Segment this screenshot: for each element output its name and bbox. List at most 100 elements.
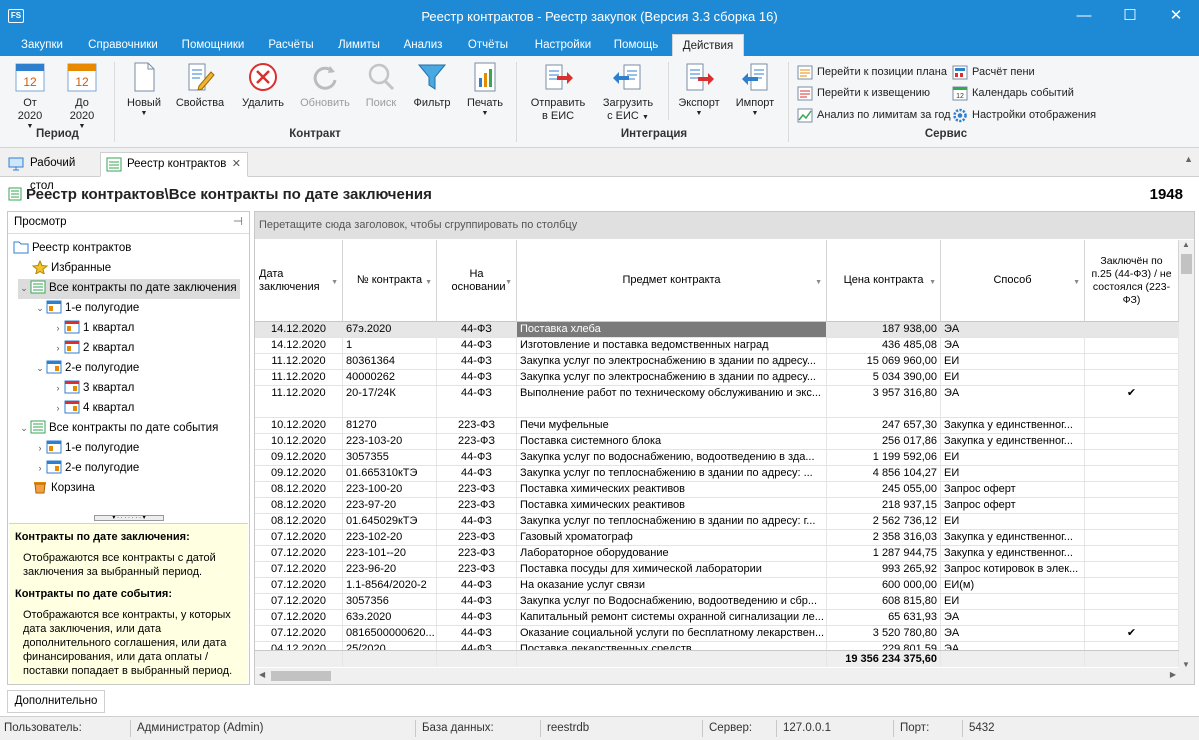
cell-subject[interactable]: Закупка услуг по электроснабжению в здан… bbox=[517, 354, 827, 369]
scroll-right-icon[interactable]: ▶ bbox=[1170, 670, 1176, 679]
splitter-grip[interactable]: ▾ · · · · · · · ▾ bbox=[94, 515, 164, 521]
cell-price[interactable]: 65 631,93 bbox=[827, 610, 941, 625]
cell-method[interactable]: ЕИ bbox=[941, 514, 1085, 529]
print-button[interactable]: Печать ▼ bbox=[462, 60, 508, 118]
menu-reports[interactable]: Отчёты bbox=[456, 34, 520, 56]
cell-subject[interactable]: Закупка услуг по электроснабжению в здан… bbox=[517, 370, 827, 385]
cell-p25-flag[interactable] bbox=[1085, 370, 1179, 385]
cell-p25-flag[interactable] bbox=[1085, 530, 1179, 545]
cell-date[interactable]: 08.12.2020 bbox=[255, 514, 343, 529]
tree-node-q3[interactable]: › 3 квартал bbox=[52, 379, 134, 399]
cell-number[interactable]: 1.1-8564/2020-2 bbox=[343, 578, 437, 593]
menu-settings[interactable]: Настройки bbox=[524, 34, 602, 56]
col-header-p25[interactable]: Заключён по п.25 (44-ФЗ) / не состоялся … bbox=[1085, 240, 1179, 322]
cell-price[interactable]: 4 856 104,27 bbox=[827, 466, 941, 481]
cell-basis[interactable]: 44-ФЗ bbox=[437, 594, 517, 609]
chevron-right-icon[interactable]: › bbox=[34, 459, 46, 477]
cell-p25-flag[interactable] bbox=[1085, 450, 1179, 465]
tree-node-favorites[interactable]: Избранные bbox=[31, 259, 111, 279]
cell-basis[interactable]: 223-ФЗ bbox=[437, 530, 517, 545]
chevron-right-icon[interactable]: › bbox=[52, 319, 64, 337]
limits-analysis-button[interactable]: Анализ по лимитам за год bbox=[797, 107, 951, 125]
cell-subject[interactable]: Оказание социальной услуги по бесплатном… bbox=[517, 626, 827, 641]
cell-price[interactable]: 256 017,86 bbox=[827, 434, 941, 449]
cell-subject[interactable]: Газовый хроматограф bbox=[517, 530, 827, 545]
cell-p25-flag[interactable] bbox=[1085, 610, 1179, 625]
cell-price[interactable]: 993 265,92 bbox=[827, 562, 941, 577]
menu-limits[interactable]: Лимиты bbox=[328, 34, 390, 56]
cell-number[interactable]: 3057356 bbox=[343, 594, 437, 609]
menu-assistants[interactable]: Помощники bbox=[172, 34, 254, 56]
cell-subject[interactable]: Поставка системного блока bbox=[517, 434, 827, 449]
filter-button[interactable]: Фильтр bbox=[410, 60, 454, 110]
menu-references[interactable]: Справочники bbox=[78, 34, 168, 56]
cell-number[interactable]: 81270 bbox=[343, 418, 437, 433]
properties-button[interactable]: Свойства bbox=[173, 60, 227, 110]
table-row[interactable]: 08.12.2020 01.645029кТЭ 44-ФЗ Закупка услуг… bbox=[255, 514, 1179, 530]
cell-method[interactable]: ЕИ bbox=[941, 370, 1085, 385]
cell-price[interactable]: 1 287 944,75 bbox=[827, 546, 941, 561]
cell-number[interactable]: 223-101--20 bbox=[343, 546, 437, 561]
cell-number[interactable]: 67э.2020 bbox=[343, 322, 437, 337]
cell-price[interactable]: 245 055,00 bbox=[827, 482, 941, 497]
cell-price[interactable]: 1 199 592,06 bbox=[827, 450, 941, 465]
minimize-icon[interactable]: — bbox=[1061, 0, 1107, 34]
cell-method[interactable]: ЕИ bbox=[941, 466, 1085, 481]
cell-basis[interactable]: 223-ФЗ bbox=[437, 498, 517, 513]
cell-date[interactable]: 08.12.2020 bbox=[255, 498, 343, 513]
cell-p25-flag[interactable] bbox=[1085, 354, 1179, 369]
menu-actions[interactable]: Действия bbox=[672, 34, 744, 57]
cell-number[interactable]: 223-96-20 bbox=[343, 562, 437, 577]
goto-notice-button[interactable]: Перейти к извещению bbox=[797, 85, 930, 103]
cell-subject[interactable]: Поставка хлеба bbox=[517, 322, 827, 337]
chevron-right-icon[interactable]: › bbox=[52, 339, 64, 357]
cell-subject[interactable]: Лабораторное оборудование bbox=[517, 546, 827, 561]
menu-analysis[interactable]: Анализ bbox=[394, 34, 452, 56]
cell-basis[interactable]: 44-ФЗ bbox=[437, 370, 517, 385]
cell-date[interactable]: 07.12.2020 bbox=[255, 594, 343, 609]
cell-basis[interactable]: 223-ФЗ bbox=[437, 434, 517, 449]
table-row[interactable]: 08.12.2020 223-97-20 223-ФЗ Поставка химиче… bbox=[255, 498, 1179, 514]
group-by-area[interactable]: Перетащите сюда заголовок, чтобы сгруппи… bbox=[255, 212, 1194, 239]
cell-basis[interactable]: 44-ФЗ bbox=[437, 514, 517, 529]
cell-p25-flag[interactable]: ✔ bbox=[1085, 386, 1179, 417]
cell-price[interactable]: 15 069 960,00 bbox=[827, 354, 941, 369]
pin-icon[interactable]: ⊣ bbox=[233, 212, 243, 233]
chevron-down-icon[interactable]: ⌄ bbox=[18, 419, 30, 437]
cell-date[interactable]: 10.12.2020 bbox=[255, 418, 343, 433]
cell-date[interactable]: 07.12.2020 bbox=[255, 610, 343, 625]
cell-basis[interactable]: 223-ФЗ bbox=[437, 546, 517, 561]
penalty-calc-button[interactable]: Расчёт пени bbox=[952, 64, 1035, 82]
chevron-right-icon[interactable]: › bbox=[52, 379, 64, 397]
tree-node-half2[interactable]: ⌄ 2-е полугодие bbox=[34, 359, 139, 379]
cell-basis[interactable]: 44-ФЗ bbox=[437, 338, 517, 353]
cell-number[interactable]: 223-100-20 bbox=[343, 482, 437, 497]
load-from-eis-button[interactable]: Загрузить с ЕИС ▼ bbox=[596, 60, 660, 123]
cell-p25-flag[interactable] bbox=[1085, 466, 1179, 481]
tree-node-event-half2[interactable]: › 2-е полугодие bbox=[34, 459, 139, 479]
cell-price[interactable]: 436 485,08 bbox=[827, 338, 941, 353]
tree-node-by-conclusion-date[interactable]: ⌄ Все контракты по дате заключения bbox=[18, 279, 240, 299]
menu-calculations[interactable]: Расчёты bbox=[258, 34, 324, 56]
cell-method[interactable]: Запрос оферт bbox=[941, 498, 1085, 513]
cell-subject[interactable]: Выполнение работ по техническому обслужи… bbox=[517, 386, 827, 417]
tab-desktop[interactable]: Рабочий стол bbox=[4, 152, 100, 192]
scroll-thumb[interactable] bbox=[1181, 254, 1192, 274]
cell-price[interactable]: 3 957 316,80 bbox=[827, 386, 941, 417]
cell-basis[interactable]: 44-ФЗ bbox=[437, 386, 517, 417]
chevron-right-icon[interactable]: › bbox=[34, 439, 46, 457]
horizontal-scrollbar[interactable]: ◀ ▶ bbox=[255, 668, 1194, 684]
scroll-left-icon[interactable]: ◀ bbox=[259, 670, 265, 679]
table-row[interactable]: 11.12.2020 80361364 44-ФЗ Закупка услуг по … bbox=[255, 354, 1179, 370]
cell-basis[interactable]: 223-ФЗ bbox=[437, 482, 517, 497]
cell-method[interactable]: ЭА bbox=[941, 610, 1085, 625]
cell-basis[interactable]: 44-ФЗ bbox=[437, 450, 517, 465]
cell-subject[interactable]: Закупка услуг по водоснабжению, водоотве… bbox=[517, 450, 827, 465]
cell-method[interactable]: ЭА bbox=[941, 322, 1085, 337]
hscroll-thumb[interactable] bbox=[271, 671, 331, 681]
table-row[interactable]: 07.12.2020 1.1-8564/2020-2 44-ФЗ На оказани… bbox=[255, 578, 1179, 594]
tab-additional[interactable]: Дополнительно bbox=[7, 690, 105, 713]
cell-method[interactable]: Закупка у единственног... bbox=[941, 546, 1085, 561]
cell-number[interactable]: 223-102-20 bbox=[343, 530, 437, 545]
cell-date[interactable]: 07.12.2020 bbox=[255, 530, 343, 545]
